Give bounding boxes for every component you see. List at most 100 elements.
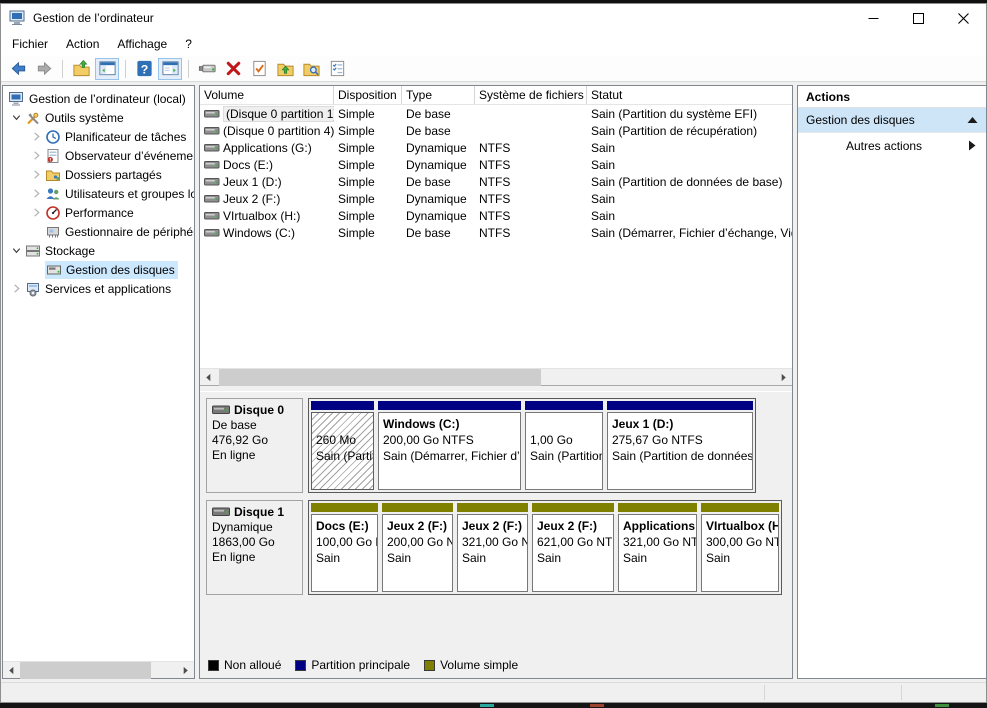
column-header-statut[interactable]: Statut — [587, 86, 792, 104]
help-button[interactable]: ? — [132, 58, 156, 80]
tree-item-label: Utilisateurs et groupes locaux — [65, 187, 194, 201]
disk1-label-panel[interactable]: Disque 1 Dynamique 1863,00 Go En ligne — [206, 500, 303, 595]
column-header-disposition[interactable]: Disposition — [334, 86, 402, 104]
disk0-label-panel[interactable]: Disque 0 De base 476,92 Go En ligne — [206, 398, 303, 493]
chevron-collapsed-icon[interactable] — [8, 282, 25, 296]
chevron-collapsed-icon[interactable] — [28, 130, 45, 144]
menu-affichage[interactable]: Affichage — [108, 34, 176, 54]
volume-status: Sain (Démarrer, Fichier d’échange, Vidag… — [587, 226, 792, 240]
mark-partition-active-button[interactable] — [247, 58, 271, 80]
actions-group-gestion-des-disques[interactable]: Gestion des disques — [798, 108, 986, 133]
volume-row[interactable]: Jeux 1 (D:) Simple De base NTFS Sain (Pa… — [200, 173, 792, 190]
scrollbar-track[interactable] — [217, 369, 775, 386]
column-header-volume[interactable]: Volume — [200, 86, 334, 104]
properties-button[interactable] — [325, 58, 349, 80]
partition-recovery[interactable]: 1,00 Go Sain (Partition de récupération) — [525, 401, 603, 490]
partition-size: 621,00 Go NTFS — [537, 534, 613, 550]
chevron-expanded-icon[interactable] — [8, 244, 25, 258]
tree-item-outils-systeme[interactable]: Outils système — [3, 108, 194, 127]
volume-layout: Simple — [334, 107, 402, 121]
scrollbar-thumb[interactable] — [219, 369, 541, 386]
pane-splitter[interactable] — [200, 385, 792, 392]
delete-volume-button[interactable] — [221, 58, 245, 80]
minimize-button[interactable] — [851, 4, 896, 32]
volume-row[interactable]: VIrtualbox (H:) Simple Dynamique NTFS Sa… — [200, 207, 792, 224]
chevron-collapsed-icon[interactable] — [28, 168, 45, 182]
rescan-disks-button[interactable] — [195, 58, 219, 80]
tree-horizontal-scrollbar[interactable] — [3, 661, 194, 678]
volume-row[interactable]: (Disque 0 partition 1) Simple De base Sa… — [200, 105, 792, 122]
partition-virtualbox-h[interactable]: VIrtualbox (H:) 300,00 Go NTFS Sain — [701, 503, 779, 592]
back-button[interactable] — [6, 58, 30, 80]
partition-jeux2-f-3[interactable]: Jeux 2 (F:) 621,00 Go NTFS Sain — [532, 503, 614, 592]
menu-action[interactable]: Action — [57, 34, 108, 54]
volume-row[interactable]: Windows (C:) Simple De base NTFS Sain (D… — [200, 224, 792, 241]
menu-help[interactable]: ? — [176, 34, 201, 54]
volume-row[interactable]: Applications (G:) Simple Dynamique NTFS … — [200, 139, 792, 156]
column-header-fs[interactable]: Système de fichiers — [475, 86, 587, 104]
tree-item-services-applications[interactable]: Services et applications — [3, 279, 194, 298]
partition-docs-e[interactable]: Docs (E:) 100,00 Go NTFS Sain — [311, 503, 378, 592]
scroll-left-icon[interactable] — [200, 369, 217, 386]
partition-jeux2-f-1[interactable]: Jeux 2 (F:) 200,00 Go NTFS Sain — [382, 503, 453, 592]
tree-item-observateur[interactable]: Observateur d’événements — [3, 146, 194, 165]
partition-efi[interactable]: 260 Mo Sain (Partition du système EFI) — [311, 401, 374, 490]
partition-windows-c[interactable]: Windows (C:) 200,00 Go NTFS Sain (Démarr… — [378, 401, 521, 490]
volume-icon — [204, 177, 220, 187]
chevron-collapsed-icon[interactable] — [28, 149, 45, 163]
partition-status: Sain — [623, 550, 696, 566]
disk-size: 1863,00 Go — [212, 535, 297, 549]
app-icon[interactable] — [9, 10, 27, 26]
partition-color-bar — [525, 401, 603, 410]
console-tree-icon — [98, 59, 117, 78]
tree-item-gestionnaire-peripheriques[interactable]: Gestionnaire de périphériques — [3, 222, 194, 241]
collapse-arrow-icon[interactable] — [967, 116, 978, 124]
volume-list-horizontal-scrollbar[interactable] — [200, 368, 792, 385]
tree-item-planificateur[interactable]: Planificateur de tâches — [3, 127, 194, 146]
volume-row[interactable]: Jeux 2 (F:) Simple Dynamique NTFS Sain — [200, 190, 792, 207]
partition-label — [316, 416, 373, 432]
actions-item-autres-actions[interactable]: Autres actions — [798, 133, 986, 158]
shared-folders-icon — [45, 167, 62, 183]
up-folder-button[interactable] — [69, 58, 93, 80]
column-header-type[interactable]: Type — [402, 86, 475, 104]
scroll-right-icon[interactable] — [775, 369, 792, 386]
volume-row[interactable]: (Disque 0 partition 4) Simple De base Sa… — [200, 122, 792, 139]
partition-jeux2-f-2[interactable]: Jeux 2 (F:) 321,00 Go NTFS Sain — [457, 503, 528, 592]
partition-jeux1-d[interactable]: Jeux 1 (D:) 275,67 Go NTFS Sain (Partiti… — [607, 401, 753, 490]
disk-management-icon — [46, 262, 63, 278]
tree-item-label: Gestion des disques — [66, 263, 175, 277]
forward-button[interactable] — [32, 58, 56, 80]
volume-status: Sain — [587, 209, 792, 223]
tree-item-dossiers-partages[interactable]: Dossiers partagés — [3, 165, 194, 184]
extend-volume-button[interactable] — [273, 58, 297, 80]
tree-item-utilisateurs-groupes[interactable]: Utilisateurs et groupes locaux — [3, 184, 194, 203]
tree-item-stockage[interactable]: Stockage — [3, 241, 194, 260]
minimize-icon — [868, 13, 879, 24]
legend-swatch-unallocated — [208, 660, 219, 671]
tree-item-performance[interactable]: Performance — [3, 203, 194, 222]
toolbar: ? — [1, 56, 986, 82]
partition-applications-g[interactable]: Applications 321,00 Go NTFS Sain — [618, 503, 697, 592]
chevron-collapsed-icon[interactable] — [28, 187, 45, 201]
legend: Non alloué Partition principale Volume s… — [206, 656, 786, 674]
explore-button[interactable] — [299, 58, 323, 80]
show-action-pane-button[interactable] — [158, 58, 182, 80]
tree-item-gestion-des-disques[interactable]: Gestion des disques — [3, 260, 194, 279]
scrollbar-thumb[interactable] — [20, 662, 151, 679]
show-console-tree-button[interactable] — [95, 58, 119, 80]
volume-row[interactable]: Docs (E:) Simple Dynamique NTFS Sain — [200, 156, 792, 173]
tree-item-computer-management[interactable]: Gestion de l’ordinateur (local) — [3, 89, 194, 108]
chevron-none — [28, 263, 45, 277]
tree-item-label: Services et applications — [45, 282, 171, 296]
disk-icon — [212, 507, 230, 517]
chevron-collapsed-icon[interactable] — [28, 206, 45, 220]
close-button[interactable] — [941, 4, 986, 32]
volume-status: Sain — [587, 158, 792, 172]
scroll-right-icon[interactable] — [177, 662, 194, 679]
scrollbar-track[interactable] — [20, 662, 177, 679]
chevron-expanded-icon[interactable] — [8, 111, 25, 125]
maximize-button[interactable] — [896, 4, 941, 32]
scroll-left-icon[interactable] — [3, 662, 20, 679]
menu-fichier[interactable]: Fichier — [3, 34, 57, 54]
